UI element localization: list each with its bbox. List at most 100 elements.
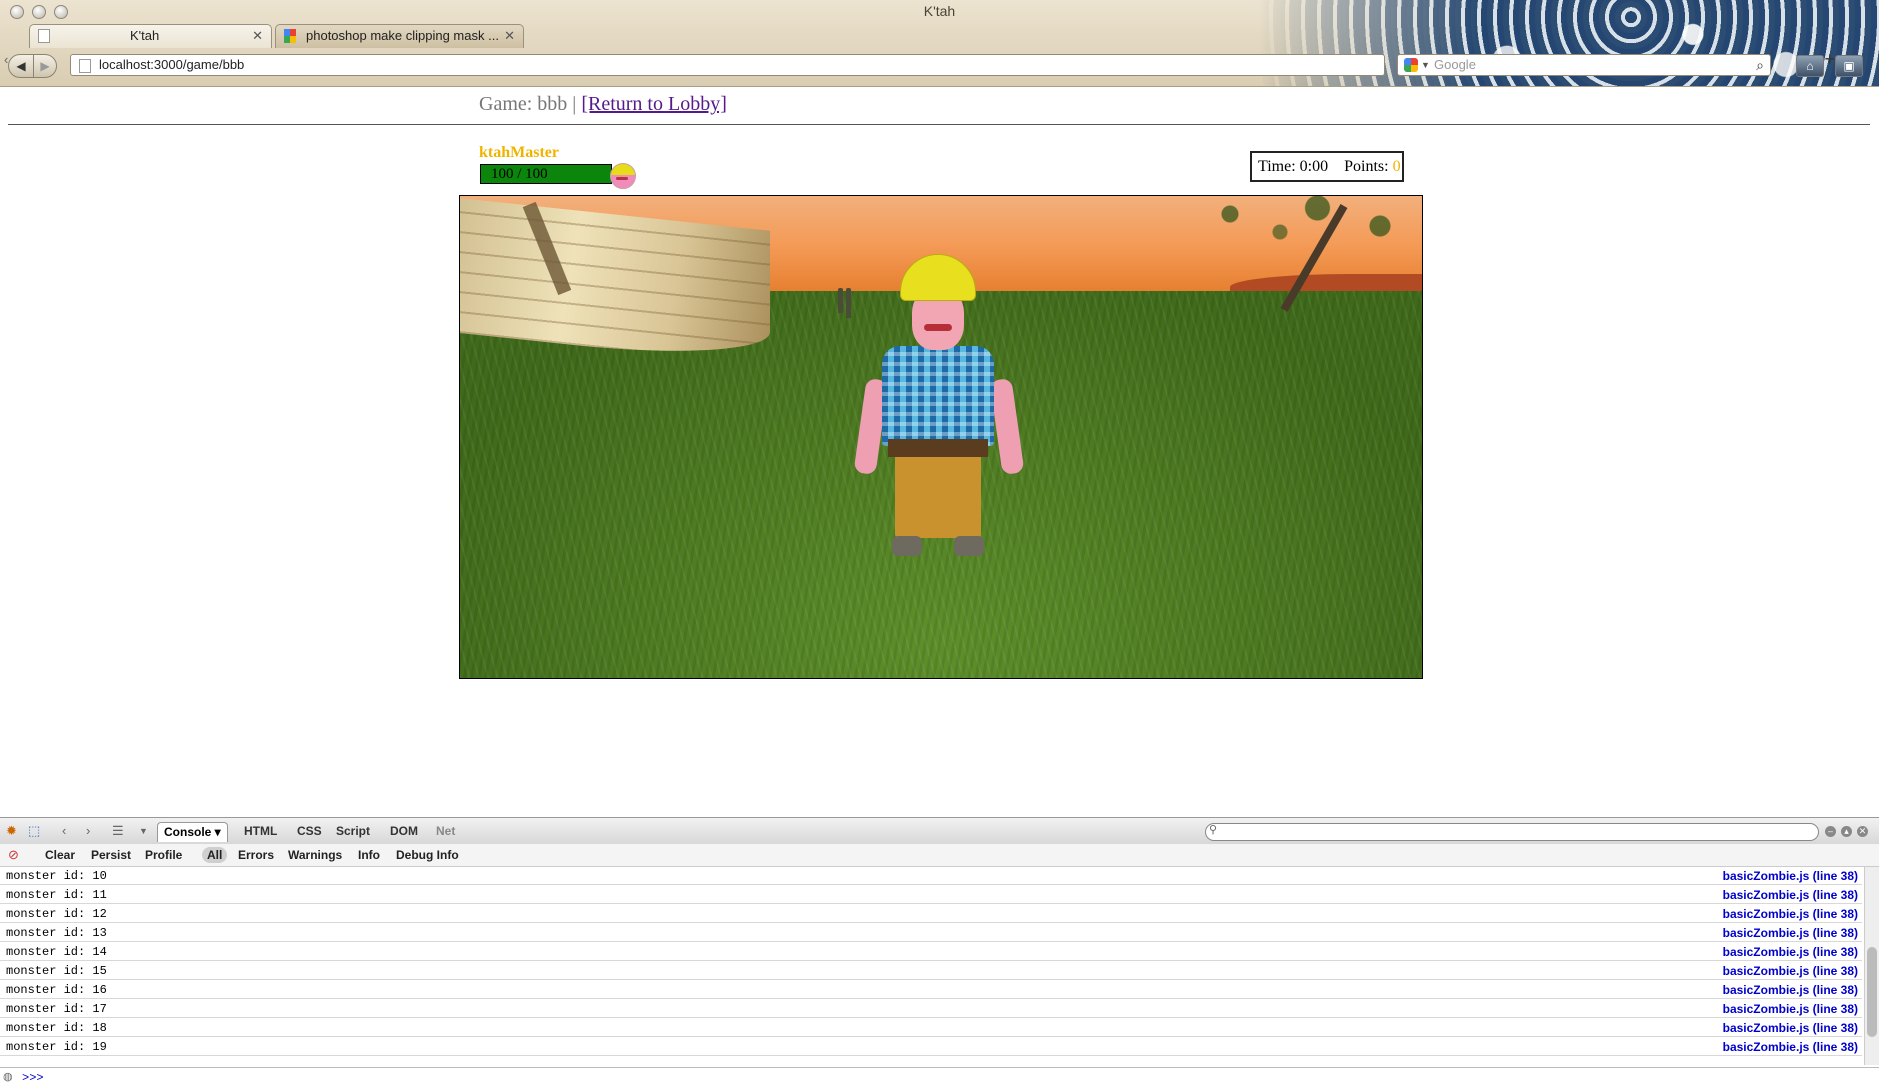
search-placeholder: Google [1434,57,1476,72]
player-character [850,254,1030,564]
google-favicon-icon [284,29,296,43]
player-name: ktahMaster [479,144,559,161]
filter-debug-info-button[interactable]: Debug Info [391,847,464,863]
filter-errors-button[interactable]: Errors [233,847,279,863]
minimize-panel-icon[interactable]: – [1825,826,1836,837]
filter-all-button[interactable]: All [202,847,228,863]
log-row: monster id: 15 basicZombie.js (line 38) [0,962,1862,980]
log-row: monster id: 18 basicZombie.js (line 38) [0,1019,1862,1037]
health-bar: 100 / 100 [480,164,612,184]
log-source-link[interactable]: basicZombie.js (line 38) [1723,869,1858,883]
tab-net[interactable]: Net [430,822,461,841]
firebug-search-input[interactable]: ⚲ [1205,823,1819,841]
log-message: monster id: 19 [6,1040,107,1054]
log-message: monster id: 12 [6,907,107,921]
tab-photoshop[interactable]: photoshop make clipping mask ... ✕ [275,24,524,48]
time-label: Time: 0:00 [1258,158,1329,175]
url-text: localhost:3000/game/bbb [99,57,245,72]
filter-warnings-button[interactable]: Warnings [283,847,347,863]
character-helmet [900,254,976,301]
character-arm-right [989,377,1025,476]
game-header: Game: bbb | [Return to Lobby] [479,93,727,116]
tab-html[interactable]: HTML [238,822,283,841]
log-row: monster id: 10 basicZombie.js (line 38) [0,867,1862,885]
url-bar[interactable]: localhost:3000/game/bbb ☆ ▼ ↻ [70,54,1454,76]
log-message: monster id: 10 [6,869,107,883]
log-source-link[interactable]: basicZombie.js (line 38) [1723,926,1858,940]
tab-dom[interactable]: DOM [384,822,424,841]
clear-button[interactable]: Clear [40,847,80,863]
tab-ktah[interactable]: K'tah ✕ [29,24,272,48]
history-forward-icon[interactable]: › [86,823,90,838]
tab-label: K'tah [130,28,160,43]
game-viewport[interactable] [459,195,1423,679]
nav-bar: ◀ ▶ localhost:3000/game/bbb ☆ ▼ ↻ ▼ Goog… [0,52,1879,82]
log-row: monster id: 16 basicZombie.js (line 38) [0,981,1862,999]
tab-script[interactable]: Script [330,822,376,841]
command-prompt: >>> [22,1071,44,1085]
page-icon [38,29,50,43]
log-row: monster id: 19 basicZombie.js (line 38) [0,1038,1862,1056]
tab-css[interactable]: CSS [291,822,328,841]
tab-label: Console [164,825,212,839]
inspect-icon[interactable]: ⬚ [28,823,40,839]
window-title: K'tah [923,3,956,19]
scrollbar-thumb[interactable] [1867,947,1877,1037]
home-icon[interactable]: ⌂ [1796,55,1824,77]
search-engine-dropdown-icon[interactable]: ▼ [1421,55,1430,75]
log-source-link[interactable]: basicZombie.js (line 38) [1723,983,1858,997]
character-mustache [924,324,952,331]
console-log: monster id: 10 basicZombie.js (line 38) … [0,867,1862,1065]
points-label: Points: [1344,158,1389,175]
tab-console[interactable]: Console ▾ [157,822,228,842]
break-on-error-icon[interactable]: ⊘ [8,847,19,863]
zombie-figure [838,288,843,313]
log-source-link[interactable]: basicZombie.js (line 38) [1723,1040,1858,1054]
panel-list-icon[interactable]: ☰ [112,823,124,839]
health-text: 100 / 100 [491,166,548,182]
detach-panel-icon[interactable]: ▴ [1841,826,1852,837]
console-filter-bar: ⊘ Clear Persist Profile All Errors Warni… [0,844,1879,867]
log-row: monster id: 17 basicZombie.js (line 38) [0,1000,1862,1018]
firebug-toolbar: ✹ ⬚ ‹ › ☰ ▼ Console ▾ HTML CSS Script DO… [0,817,1879,845]
log-message: monster id: 13 [6,926,107,940]
return-to-lobby-link[interactable]: [Return to Lobby] [581,93,727,115]
forward-button[interactable]: ▶ [33,54,57,78]
dropdown-icon[interactable]: ▼ [139,826,148,836]
log-source-link[interactable]: basicZombie.js (line 38) [1723,907,1858,921]
log-message: monster id: 11 [6,888,107,902]
log-source-link[interactable]: basicZombie.js (line 38) [1723,888,1858,902]
search-bar[interactable]: ▼ Google ⌕ [1397,54,1771,76]
close-panel-icon[interactable]: ✕ [1857,826,1868,837]
log-message: monster id: 17 [6,1002,107,1016]
log-source-link[interactable]: basicZombie.js (line 38) [1723,945,1858,959]
close-tab-icon[interactable]: ✕ [504,28,515,44]
close-tab-icon[interactable]: ✕ [252,28,263,44]
filter-info-button[interactable]: Info [353,847,385,863]
search-icon[interactable]: ⌕ [1756,55,1764,75]
command-line-icon: ◍ [3,1072,13,1084]
character-belt [888,439,988,457]
tree-leaves [1180,196,1422,256]
profile-button[interactable]: Profile [140,847,187,863]
firebug-icon[interactable]: ✹ [6,823,17,839]
log-source-link[interactable]: basicZombie.js (line 38) [1723,1021,1858,1035]
log-source-link[interactable]: basicZombie.js (line 38) [1723,964,1858,978]
page-content: Game: bbb | [Return to Lobby] ktahMaster… [0,87,1879,817]
character-pants [895,454,981,538]
game-title: Game: bbb | [479,93,582,115]
log-message: monster id: 16 [6,983,107,997]
log-source-link[interactable]: basicZombie.js (line 38) [1723,1002,1858,1016]
page-icon [79,59,91,73]
history-back-icon[interactable]: ‹ [62,823,66,838]
persist-button[interactable]: Persist [86,847,136,863]
log-message: monster id: 15 [6,964,107,978]
hud-stats: Time: 0:00 Points: 0 [1250,151,1404,182]
console-scrollbar[interactable] [1864,867,1879,1065]
extension-icon[interactable]: ▣ [1835,55,1863,77]
command-line[interactable]: ◍ >>> [0,1067,1879,1088]
search-engine-icon[interactable] [1404,58,1418,72]
log-row: monster id: 14 basicZombie.js (line 38) [0,943,1862,961]
back-button[interactable]: ◀ [8,54,34,78]
character-boot-left [892,536,922,556]
